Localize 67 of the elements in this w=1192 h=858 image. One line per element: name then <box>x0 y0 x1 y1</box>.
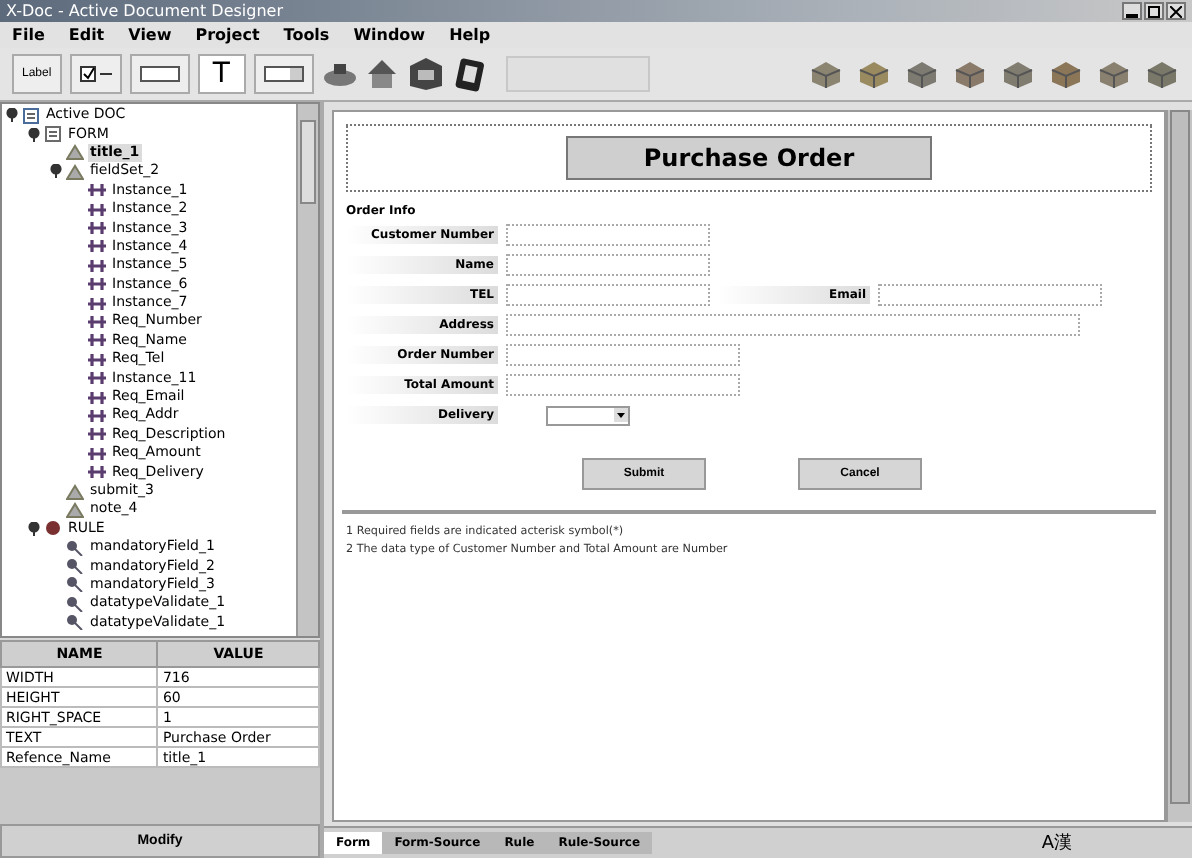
link-icon <box>88 276 106 293</box>
document-icon <box>44 126 62 143</box>
link-icon <box>88 201 106 218</box>
document-icon <box>22 107 40 124</box>
cube-icon[interactable] <box>1000 60 1036 88</box>
input-method-indicator[interactable]: A漢 <box>1041 830 1072 856</box>
link-icon <box>88 464 106 481</box>
close-icon <box>1170 5 1182 17</box>
text-tool-button[interactable]: T <box>197 54 246 94</box>
textbox-icon <box>139 66 180 82</box>
cube-icon[interactable] <box>808 60 844 88</box>
cube-icon[interactable] <box>952 60 988 88</box>
form-title: Purchase Order <box>565 136 933 180</box>
menu-item[interactable]: File <box>12 26 45 44</box>
input-field[interactable] <box>878 284 1102 306</box>
link-icon <box>88 257 106 274</box>
link-icon <box>88 445 106 462</box>
dropdown[interactable] <box>546 405 630 425</box>
input-field[interactable] <box>506 344 740 366</box>
chest-icon[interactable] <box>405 56 446 92</box>
checkbox-tool-button[interactable] <box>69 54 122 94</box>
link-icon <box>88 407 106 424</box>
input-field[interactable] <box>506 224 710 246</box>
menu-item[interactable]: Tools <box>283 26 330 44</box>
scrollbar[interactable] <box>296 104 318 636</box>
checkbox-icon <box>79 66 112 82</box>
link-icon <box>88 238 106 255</box>
window-title: X-Doc - Active Document Designer <box>6 2 286 20</box>
input-field[interactable] <box>506 284 710 306</box>
input-field[interactable] <box>506 254 710 276</box>
cube-icon[interactable] <box>1144 60 1180 88</box>
cube-icon[interactable] <box>1096 60 1132 88</box>
house-icon[interactable] <box>365 58 398 90</box>
combobox-icon <box>263 66 304 82</box>
link-icon <box>88 295 106 312</box>
expand-pin-icon[interactable] <box>50 164 62 179</box>
link-icon <box>88 332 106 349</box>
menu-item[interactable]: Help <box>449 26 491 44</box>
link-icon <box>88 426 106 443</box>
menu-item[interactable]: Project <box>195 26 260 44</box>
combobox-tool-button[interactable] <box>253 54 314 94</box>
textbox-tool-button[interactable] <box>129 54 190 94</box>
expand-pin-icon[interactable] <box>28 127 40 142</box>
expand-pin-icon[interactable] <box>6 108 18 123</box>
close-button[interactable] <box>1166 2 1186 20</box>
input-field[interactable] <box>506 374 740 396</box>
input-field[interactable] <box>506 314 1080 336</box>
cube-icon[interactable] <box>904 60 940 88</box>
dropdown-arrow-icon <box>614 407 628 421</box>
link-icon <box>88 220 106 237</box>
menu-item[interactable]: View <box>128 26 172 44</box>
link-icon <box>88 182 106 199</box>
maximize-icon <box>1148 5 1160 17</box>
cube-icon[interactable] <box>856 60 892 88</box>
scrollbar[interactable] <box>1166 110 1192 822</box>
link-icon <box>88 351 106 368</box>
expand-pin-icon[interactable] <box>28 521 40 536</box>
link-icon <box>88 313 106 330</box>
link-icon <box>88 370 106 387</box>
link-icon <box>88 389 106 406</box>
minimize-button[interactable] <box>1122 2 1142 20</box>
maximize-button[interactable] <box>1144 2 1164 20</box>
dish-icon[interactable] <box>321 60 358 88</box>
cube-icon[interactable] <box>1048 60 1084 88</box>
clipboard-icon[interactable] <box>453 56 486 92</box>
menu-item[interactable]: Edit <box>68 26 105 44</box>
menu-item[interactable]: Window <box>353 26 426 44</box>
